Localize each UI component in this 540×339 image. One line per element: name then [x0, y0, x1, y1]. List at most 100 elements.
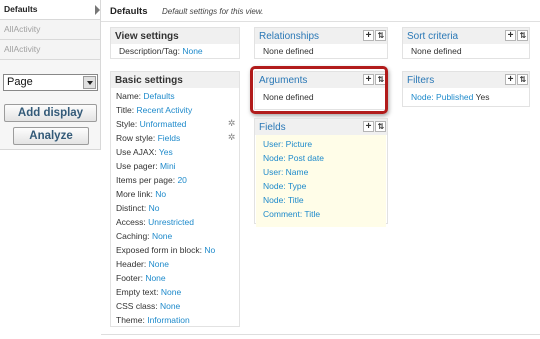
setting-label: Use AJAX:: [116, 147, 157, 157]
setting-row-name: Name: Defaults: [116, 91, 175, 101]
bottom-divider: [101, 334, 540, 335]
setting-value-link[interactable]: Fields: [158, 133, 181, 143]
setting-row-css-class: CSS class: None: [116, 301, 180, 311]
setting-row-access: Access: Unrestricted: [116, 217, 194, 227]
chevron-down-icon[interactable]: [83, 76, 96, 89]
setting-value-link[interactable]: Yes: [159, 147, 173, 157]
setting-label: Title:: [116, 105, 135, 115]
display-type-select-value: Page: [7, 76, 33, 88]
setting-label: Row style:: [116, 133, 156, 143]
relationships-empty-text: None defined: [263, 46, 314, 56]
basic-settings-panel: Basic settings Name: Defaults Title: Rec…: [110, 71, 240, 327]
description-row: Description/Tag: None: [119, 46, 203, 56]
setting-label: Access:: [116, 217, 146, 227]
add-field-plus-icon[interactable]: +: [363, 121, 374, 132]
header-divider: [101, 21, 540, 22]
setting-row-more-link: More link: No: [116, 189, 166, 199]
setting-value-link[interactable]: 20: [177, 175, 186, 185]
setting-value-link[interactable]: None: [152, 231, 172, 241]
filter-item-link[interactable]: Node: Published: [411, 92, 473, 102]
field-item[interactable]: Node: Type: [263, 181, 306, 191]
setting-label: Exposed form in block:: [116, 245, 202, 255]
setting-value-link[interactable]: No: [155, 189, 166, 199]
setting-value-link[interactable]: Information: [147, 315, 190, 325]
setting-value-link[interactable]: Unrestricted: [148, 217, 194, 227]
filter-item: Node: Published Yes: [411, 92, 489, 102]
setting-label: Name:: [116, 91, 142, 101]
description-label: Description/Tag:: [119, 46, 180, 56]
setting-value-link[interactable]: None: [160, 301, 180, 311]
arguments-highlight-callout: [250, 66, 388, 114]
setting-label: Use pager:: [116, 161, 158, 171]
setting-label: Items per page:: [116, 175, 176, 185]
add-sort-plus-icon[interactable]: +: [505, 30, 516, 41]
display-tab-allactivity-1[interactable]: AllActivity: [0, 20, 100, 40]
setting-value-link[interactable]: Unformatted: [140, 119, 187, 129]
display-type-select[interactable]: Page: [3, 74, 98, 91]
setting-label: CSS class:: [116, 301, 158, 311]
setting-row-use-ajax: Use AJAX: Yes: [116, 147, 173, 157]
setting-label: Distinct:: [116, 203, 147, 213]
setting-label: More link:: [116, 189, 153, 199]
display-tab-label: AllActivity: [4, 24, 41, 34]
setting-value-link[interactable]: None: [161, 287, 181, 297]
setting-row-title: Title: Recent Activity: [116, 105, 192, 115]
setting-value-link[interactable]: No: [204, 245, 215, 255]
fields-panel: Fields + ⇅ User: Picture Node: Post date…: [254, 118, 388, 227]
setting-row-theme: Theme: Information: [116, 315, 190, 325]
setting-row-row-style: Row style: Fields: [116, 133, 180, 143]
analyze-button[interactable]: Analyze: [13, 127, 89, 145]
setting-row-items-per-page: Items per page: 20: [116, 175, 187, 185]
display-title: Defaults: [110, 6, 148, 17]
setting-row-caching: Caching: None: [116, 231, 172, 241]
setting-label: Header:: [116, 259, 147, 269]
basic-settings-title: Basic settings: [111, 72, 239, 88]
setting-label: Theme:: [116, 315, 145, 325]
filters-panel: Filters + ⇅ Node: Published Yes: [402, 71, 530, 107]
sort-criteria-empty-text: None defined: [411, 46, 462, 56]
display-tab-label: Defaults: [4, 4, 38, 14]
rearrange-relationships-icon[interactable]: ⇅: [375, 30, 386, 41]
sort-criteria-panel: Sort criteria + ⇅ None defined: [402, 27, 530, 59]
setting-row-exposed-form: Exposed form in block: No: [116, 245, 215, 255]
style-settings-gear-icon[interactable]: ✲: [227, 119, 236, 128]
view-settings-panel: View settings Description/Tag: None: [110, 27, 240, 59]
field-item[interactable]: Comment: Title: [263, 209, 320, 219]
display-tab-allactivity-2[interactable]: AllActivity: [0, 40, 100, 60]
display-description: Default settings for this view.: [162, 7, 264, 16]
add-filter-plus-icon[interactable]: +: [505, 74, 516, 85]
setting-value-link[interactable]: None: [145, 273, 165, 283]
field-item[interactable]: User: Name: [263, 167, 308, 177]
setting-row-header: Header: None: [116, 259, 169, 269]
setting-value-link[interactable]: Defaults: [143, 91, 174, 101]
setting-value-link[interactable]: None: [149, 259, 169, 269]
row-style-settings-gear-icon[interactable]: ✲: [227, 133, 236, 142]
filter-item-value: Yes: [475, 92, 490, 102]
setting-row-use-pager: Use pager: Mini: [116, 161, 176, 171]
rearrange-sort-icon[interactable]: ⇅: [517, 30, 528, 41]
setting-row-style: Style: Unformatted: [116, 119, 186, 129]
display-tab-defaults[interactable]: Defaults: [0, 0, 100, 20]
setting-row-footer: Footer: None: [116, 273, 166, 283]
add-relationship-plus-icon[interactable]: +: [363, 30, 374, 41]
relationships-panel: Relationships + ⇅ None defined: [254, 27, 388, 59]
setting-label: Footer:: [116, 273, 143, 283]
setting-value-link[interactable]: Recent Activity: [136, 105, 192, 115]
setting-label: Empty text:: [116, 287, 159, 297]
setting-row-empty-text: Empty text: None: [116, 287, 181, 297]
active-display-arrow-icon: [95, 5, 100, 15]
add-display-button[interactable]: Add display: [4, 104, 97, 122]
setting-label: Caching:: [116, 231, 150, 241]
setting-row-distinct: Distinct: No: [116, 203, 159, 213]
rearrange-filters-icon[interactable]: ⇅: [517, 74, 528, 85]
field-item[interactable]: Node: Title: [263, 195, 304, 205]
rearrange-fields-icon[interactable]: ⇅: [375, 121, 386, 132]
setting-value-link[interactable]: No: [149, 203, 160, 213]
view-settings-title: View settings: [111, 28, 239, 44]
field-item[interactable]: User: Picture: [263, 139, 312, 149]
setting-label: Style:: [116, 119, 138, 129]
setting-value-link[interactable]: Mini: [160, 161, 176, 171]
field-item[interactable]: Node: Post date: [263, 153, 324, 163]
description-value-link[interactable]: None: [182, 46, 202, 56]
display-tab-label: AllActivity: [4, 44, 41, 54]
